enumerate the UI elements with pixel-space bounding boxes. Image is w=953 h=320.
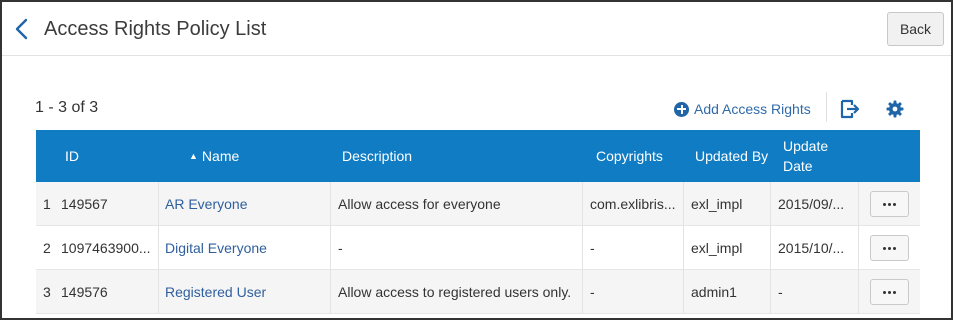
column-divider [330,182,331,226]
row-number: 2 [43,240,51,256]
app-window: Access Rights Policy List Back 1 - 3 of … [0,0,953,320]
table-row: 2 1097463900... Digital Everyone - - exl… [36,226,920,270]
add-access-rights-label: Add Access Rights [694,101,811,117]
row-actions-button[interactable] [870,191,909,217]
results-count: 1 - 3 of 3 [35,99,99,116]
column-divider [582,182,583,226]
row-update-date: 2015/09/... [778,196,845,212]
row-id: 1097463900... [61,240,151,256]
add-access-rights-button[interactable]: Add Access Rights [674,98,811,120]
row-updated-by: exl_impl [691,196,743,212]
table-header: ID ▲ Name Description Copyrights Updated… [36,130,920,182]
column-divider [158,182,159,226]
column-header-name-label: Name [201,148,240,164]
column-divider [158,270,159,314]
row-updated-by: admin1 [691,284,737,300]
page-header: Access Rights Policy List Back [2,2,951,56]
column-divider [858,270,859,314]
table-row: 3 149576 Registered User Allow access to… [36,270,920,314]
column-divider [770,182,771,226]
column-header-update-date[interactable]: Update Date [783,130,843,182]
column-header-description[interactable]: Description [342,130,412,182]
column-divider [770,226,771,270]
column-divider [683,226,684,270]
row-description: Allow access to registered users only. [338,284,572,300]
row-number: 3 [43,284,51,300]
sort-ascending-icon: ▲ [189,151,198,161]
more-options-icon-dot [888,290,891,294]
row-update-date: 2015/10/... [778,240,845,256]
column-divider [582,226,583,270]
more-options-icon-dot [893,290,896,294]
more-options-icon [883,202,886,206]
chevron-left-icon[interactable] [12,16,32,42]
row-copyrights: - [590,284,595,300]
more-options-icon [883,246,886,250]
row-copyrights: com.exlibris... [590,196,676,212]
column-header-id[interactable]: ID [65,130,79,182]
row-number: 1 [43,196,51,212]
column-divider [582,270,583,314]
gear-icon[interactable] [886,100,904,118]
row-name-link[interactable]: AR Everyone [165,182,325,226]
column-divider [858,182,859,226]
row-update-date: - [778,284,783,300]
back-button[interactable]: Back [887,12,944,46]
column-divider [858,226,859,270]
row-name-link[interactable]: Digital Everyone [165,226,325,270]
row-copyrights: - [590,240,595,256]
row-description: - [338,240,343,256]
row-description: Allow access for everyone [338,196,501,212]
more-options-icon [883,290,886,294]
toolbar-divider [826,92,827,122]
row-name-link[interactable]: Registered User [165,270,325,314]
more-options-icon-dot [888,246,891,250]
row-actions-button[interactable] [870,279,909,305]
column-divider [330,270,331,314]
column-divider [683,182,684,226]
column-divider [158,226,159,270]
page-title: Access Rights Policy List [44,18,267,40]
column-header-copyrights[interactable]: Copyrights [596,130,663,182]
column-header-name[interactable]: ▲ Name [189,130,239,182]
column-header-updated-by[interactable]: Updated By [695,130,768,182]
column-divider [330,226,331,270]
row-actions-button[interactable] [870,235,909,261]
more-options-icon-dot [888,202,891,206]
row-updated-by: exl_impl [691,240,743,256]
table-row: 1 149567 AR Everyone Allow access for ev… [36,182,920,226]
column-divider [683,270,684,314]
column-divider [770,270,771,314]
row-id: 149576 [61,284,108,300]
row-id: 149567 [61,196,108,212]
export-icon[interactable] [839,99,861,119]
plus-circle-icon [674,101,689,117]
more-options-icon-dot [893,246,896,250]
more-options-icon-dot [893,202,896,206]
